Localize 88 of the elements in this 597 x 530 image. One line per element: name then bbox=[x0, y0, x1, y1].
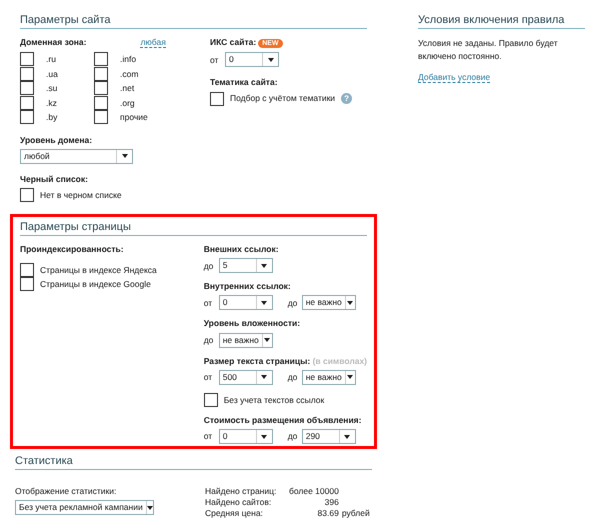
dropdown[interactable]: 5 bbox=[218, 258, 273, 274]
stat-label: Найдено сайтов: bbox=[205, 497, 272, 508]
stat-label: Найдено страниц: bbox=[205, 486, 278, 496]
dropdown[interactable]: любой bbox=[20, 148, 133, 164]
checkbox-label[interactable]: .com bbox=[120, 68, 138, 80]
dropdown[interactable]: Без учета рекламной кампании bbox=[15, 500, 154, 516]
checkbox[interactable] bbox=[204, 392, 218, 407]
prefix-label: от bbox=[204, 431, 214, 442]
checkbox[interactable] bbox=[20, 81, 34, 96]
checkbox-label[interactable]: Страницы в индексе Яндекса bbox=[40, 265, 157, 276]
checkbox-label[interactable]: .kz bbox=[46, 98, 57, 108]
checkbox[interactable] bbox=[20, 96, 34, 110]
checkbox-label[interactable]: Без учета текстов ссылок bbox=[224, 394, 324, 405]
caret-icon bbox=[146, 506, 153, 510]
section-heading: Условия включения правила bbox=[418, 12, 585, 29]
checkbox[interactable] bbox=[94, 52, 108, 66]
field-label: Стоимость размещения объявления: bbox=[204, 414, 362, 425]
field-label: Черный список: bbox=[20, 174, 89, 184]
dropdown[interactable]: 0 bbox=[218, 429, 273, 444]
dropdown[interactable]: 0 bbox=[225, 52, 279, 68]
field-label: Доменная зона: bbox=[20, 37, 86, 48]
caret-icon bbox=[261, 300, 268, 305]
checkbox[interactable] bbox=[94, 96, 108, 110]
checkbox-label[interactable]: .info bbox=[120, 54, 136, 65]
checkbox[interactable] bbox=[94, 66, 108, 81]
hint-text: (в символах) bbox=[312, 356, 367, 366]
link[interactable]: любая bbox=[140, 37, 166, 48]
field-label: Проиндексированность: bbox=[20, 244, 125, 254]
caret-icon bbox=[268, 58, 274, 62]
caret-icon bbox=[347, 375, 354, 380]
dropdown[interactable]: не важно bbox=[302, 295, 356, 310]
dropdown[interactable]: 0 bbox=[218, 295, 273, 310]
field-label: Размер текста страницы: bbox=[204, 356, 310, 366]
stat-label: Средняя цена: bbox=[205, 508, 264, 519]
checkbox-label[interactable]: .by bbox=[46, 112, 58, 123]
link[interactable]: Добавить условие bbox=[418, 72, 490, 83]
checkbox[interactable] bbox=[94, 81, 108, 96]
checkbox-label[interactable]: .net bbox=[120, 83, 134, 94]
field-label: ИКС сайта: bbox=[210, 37, 256, 47]
stat-unit: рублей bbox=[340, 508, 370, 519]
prefix-label: до bbox=[204, 260, 214, 271]
checkbox[interactable] bbox=[210, 92, 224, 106]
prefix-label: от bbox=[204, 298, 214, 308]
dropdown[interactable]: 500 bbox=[218, 370, 273, 385]
checkbox[interactable] bbox=[20, 277, 34, 292]
checkbox[interactable] bbox=[20, 110, 34, 124]
caret-icon bbox=[122, 154, 128, 158]
checkbox-label[interactable]: прочие bbox=[120, 112, 148, 123]
stat-value: 83.69 bbox=[316, 508, 339, 519]
prefix-label: до bbox=[288, 372, 298, 382]
dropdown[interactable]: не важно bbox=[302, 370, 356, 385]
prefix-label: до bbox=[288, 431, 298, 442]
section-heading: Статистика bbox=[15, 453, 372, 470]
info-text: Условия не заданы. Правило будет включено постоянно. bbox=[418, 37, 559, 63]
field-label: Уровень домена: bbox=[20, 134, 94, 145]
field-label: Внутренних ссылок: bbox=[204, 281, 291, 292]
field-label: Тематика сайта: bbox=[210, 77, 279, 88]
checkbox-label[interactable]: .ua bbox=[46, 68, 58, 80]
field-label: Уровень вложенности: bbox=[204, 318, 300, 328]
field-label: Отображение статистики: bbox=[15, 486, 118, 496]
caret-icon bbox=[261, 375, 268, 380]
prefix-label: от bbox=[210, 54, 220, 65]
caret-icon bbox=[264, 338, 270, 342]
checkbox-label[interactable]: Подбор с учётом тематики bbox=[230, 93, 336, 104]
prefix-label: до bbox=[204, 335, 214, 346]
section-heading: Параметры страницы bbox=[20, 219, 367, 236]
checkbox[interactable] bbox=[20, 263, 34, 278]
checkbox[interactable] bbox=[20, 52, 34, 66]
field-label: Внешних ссылок: bbox=[204, 244, 279, 254]
checkbox-label[interactable]: Страницы в индексе Google bbox=[40, 279, 151, 290]
checkbox-label[interactable]: .su bbox=[46, 83, 58, 94]
checkbox[interactable] bbox=[94, 110, 108, 124]
section-heading: Параметры сайта bbox=[20, 12, 367, 29]
stat-value: более 10000 bbox=[289, 486, 339, 496]
checkbox-label[interactable]: .org bbox=[120, 98, 135, 108]
stat-value: 396 bbox=[324, 497, 339, 508]
dropdown[interactable]: 290 bbox=[302, 429, 356, 444]
caret-icon bbox=[344, 434, 350, 438]
caret-icon bbox=[261, 434, 268, 438]
checkbox-label[interactable]: .ru bbox=[46, 54, 56, 65]
caret-icon bbox=[261, 264, 268, 268]
caret-icon bbox=[347, 300, 354, 305]
checkbox[interactable] bbox=[20, 188, 34, 202]
prefix-label: от bbox=[204, 372, 214, 382]
checkbox-label[interactable]: Нет в черном списке bbox=[40, 190, 122, 200]
dropdown[interactable]: не важно bbox=[218, 332, 273, 348]
checkbox[interactable] bbox=[20, 66, 34, 81]
prefix-label: до bbox=[288, 298, 298, 308]
